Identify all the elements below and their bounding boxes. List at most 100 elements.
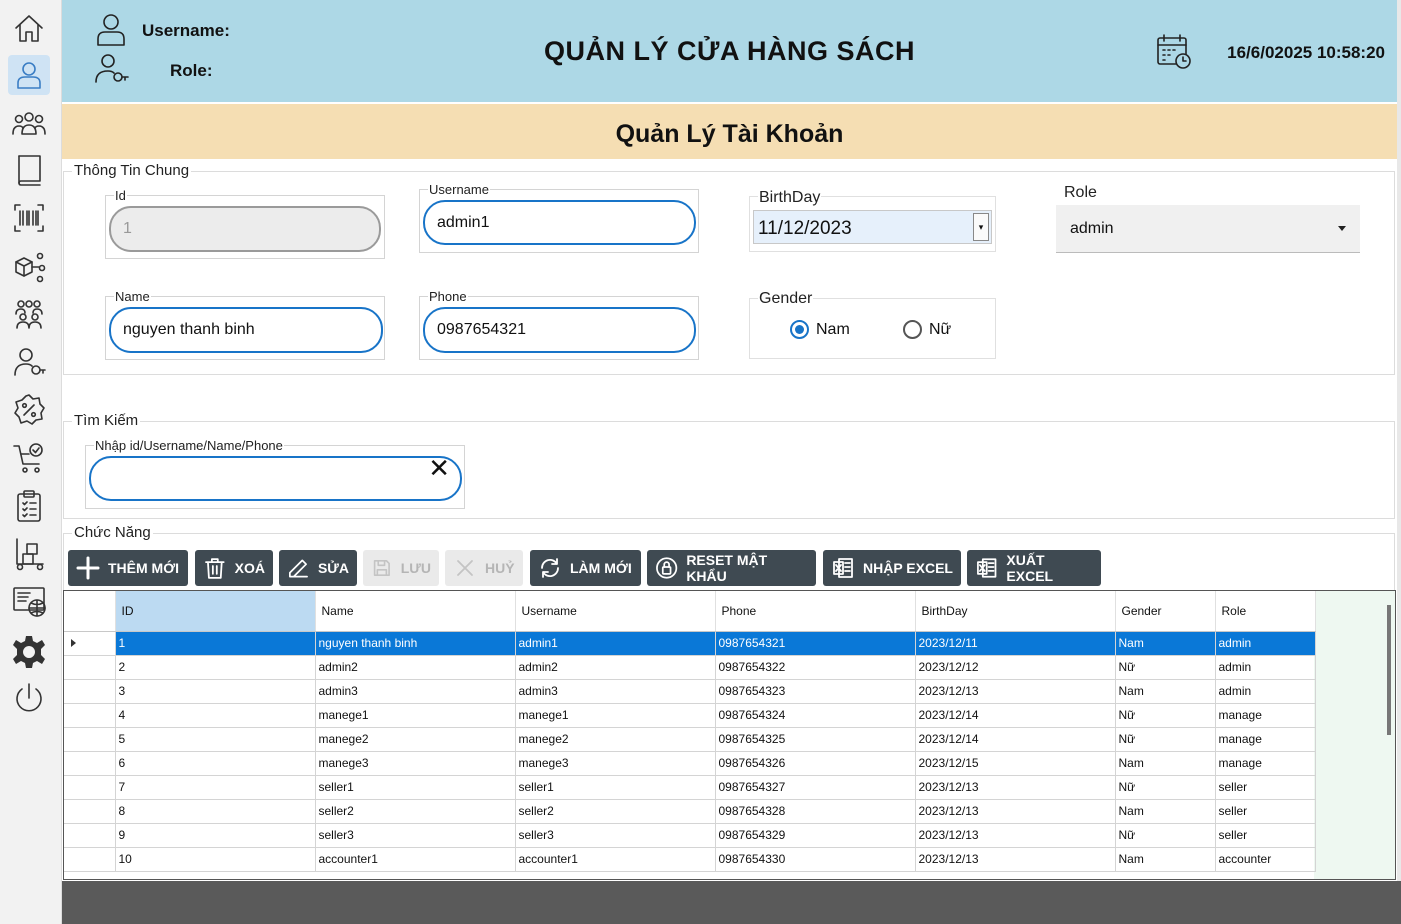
table-cell[interactable]: 9 [115,823,316,848]
barcode-icon[interactable] [8,198,50,238]
gender-radio-nu[interactable]: Nữ [903,320,951,339]
table-cell[interactable]: seller1 [315,775,516,800]
table-cell[interactable]: 5 [115,727,316,752]
table-cell[interactable]: 0987654325 [715,727,916,752]
chevron-down-icon[interactable]: ▾ [973,213,989,241]
table-cell[interactable]: 0987654330 [715,847,916,872]
table-cell[interactable]: manege1 [515,703,716,728]
table-cell[interactable]: 0987654322 [715,655,916,680]
table-cell[interactable]: 2023/12/13 [915,679,1116,704]
vertical-scrollbar[interactable] [1387,605,1391,735]
table-cell[interactable]: 2023/12/14 [915,727,1116,752]
account-icon[interactable] [8,55,50,95]
settings-icon[interactable] [8,632,50,672]
table-row[interactable]: 9 seller3 seller3 0987654329 2023/12/13 Nữ sel… [64,823,1316,848]
accounts-table[interactable]: ID Name Username Phone BirthDay Gender R… [63,590,1396,880]
search-input[interactable] [89,456,462,501]
row-header[interactable] [64,847,116,872]
table-cell[interactable]: Nam [1115,847,1216,872]
table-cell[interactable]: 0987654326 [715,751,916,776]
table-cell[interactable]: manege1 [315,703,516,728]
table-row[interactable]: 2 admin2 admin2 0987654322 2023/12/12 Nữ admin [64,655,1316,680]
table-cell[interactable]: manage [1215,751,1316,776]
table-cell[interactable]: admin2 [515,655,716,680]
import-excel-button[interactable]: NHẬP EXCEL [823,550,961,586]
table-cell[interactable]: seller [1215,823,1316,848]
table-cell[interactable]: 0987654328 [715,799,916,824]
table-row[interactable]: 3 admin3 admin3 0987654323 2023/12/13 Nam admi… [64,679,1316,704]
table-cell[interactable]: admin3 [515,679,716,704]
cart-icon[interactable] [8,438,50,478]
row-header[interactable] [64,679,116,704]
table-cell[interactable]: 2023/12/11 [915,631,1116,656]
table-cell[interactable]: 2023/12/15 [915,751,1116,776]
table-cell[interactable]: admin [1215,631,1316,656]
role-select[interactable]: admin [1056,205,1360,253]
row-header[interactable] [64,751,116,776]
cancel-button[interactable]: HUỶ [445,550,523,586]
table-cell[interactable]: Nữ [1115,655,1216,680]
table-row[interactable]: 1 nguyen thanh binh admin1 0987654321 2023/1… [64,631,1316,656]
table-cell[interactable]: seller3 [315,823,516,848]
table-cell[interactable]: manege3 [315,751,516,776]
row-header[interactable] [64,727,116,752]
table-cell[interactable]: manege2 [315,727,516,752]
table-cell[interactable]: manage [1215,703,1316,728]
table-cell[interactable]: accounter1 [515,847,716,872]
table-cell[interactable]: Nam [1115,751,1216,776]
table-cell[interactable]: 2023/12/13 [915,775,1116,800]
table-cell[interactable]: accounter1 [315,847,516,872]
table-cell[interactable]: 7 [115,775,316,800]
clipboard-icon[interactable] [8,486,50,526]
column-header-birthday[interactable]: BirthDay [915,591,1116,632]
table-cell[interactable]: 2023/12/13 [915,799,1116,824]
warehouse-icon[interactable] [8,534,50,574]
table-cell[interactable]: 1 [115,631,316,656]
column-header-gender[interactable]: Gender [1115,591,1216,632]
table-cell[interactable]: Nữ [1115,775,1216,800]
table-row[interactable]: 8 seller2 seller2 0987654328 2023/12/13 Nam se… [64,799,1316,824]
column-header-name[interactable]: Name [315,591,516,632]
table-cell[interactable]: admin [1215,679,1316,704]
reset-password-button[interactable]: RESET MẬT KHẨU [647,550,816,586]
table-row[interactable]: 6 manege3 manege3 0987654326 2023/12/15 Nam ma… [64,751,1316,776]
table-cell[interactable]: 6 [115,751,316,776]
column-header-phone[interactable]: Phone [715,591,916,632]
table-cell[interactable]: manege2 [515,727,716,752]
delete-button[interactable]: XOÁ [195,550,273,586]
table-cell[interactable]: Nam [1115,679,1216,704]
table-row[interactable]: 5 manege2 manege2 0987654325 2023/12/14 Nữ man… [64,727,1316,752]
export-excel-button[interactable]: XUẤT EXCEL [967,550,1101,586]
table-cell[interactable]: 2023/12/13 [915,847,1116,872]
table-cell[interactable]: admin2 [315,655,516,680]
table-cell[interactable]: seller1 [515,775,716,800]
table-row[interactable]: 7 seller1 seller1 0987654327 2023/12/13 Nữ sel… [64,775,1316,800]
row-header[interactable] [64,703,116,728]
table-cell[interactable]: seller2 [515,799,716,824]
table-cell[interactable]: seller2 [315,799,516,824]
table-row[interactable]: 4 manege1 manege1 0987654324 2023/12/14 Nữ man… [64,703,1316,728]
category-icon[interactable] [8,246,50,286]
close-icon[interactable]: ✕ [428,455,450,481]
table-cell[interactable]: seller [1215,775,1316,800]
table-cell[interactable]: 10 [115,847,316,872]
table-cell[interactable]: 0987654324 [715,703,916,728]
book-icon[interactable] [8,150,50,190]
table-cell[interactable]: Nam [1115,631,1216,656]
table-cell[interactable]: 2023/12/12 [915,655,1116,680]
row-header[interactable] [64,631,116,656]
table-cell[interactable]: seller3 [515,823,716,848]
row-header[interactable] [64,823,116,848]
id-input[interactable]: 1 [109,206,381,252]
table-cell[interactable]: admin1 [515,631,716,656]
table-cell[interactable]: 0987654321 [715,631,916,656]
table-cell[interactable]: manage [1215,727,1316,752]
column-header-role[interactable]: Role [1215,591,1316,632]
table-cell[interactable]: 2023/12/13 [915,823,1116,848]
row-header[interactable] [64,775,116,800]
table-cell[interactable]: 0987654327 [715,775,916,800]
row-header[interactable] [64,799,116,824]
refresh-button[interactable]: LÀM MỚI [530,550,641,586]
table-cell[interactable]: seller [1215,799,1316,824]
table-cell[interactable]: 3 [115,679,316,704]
